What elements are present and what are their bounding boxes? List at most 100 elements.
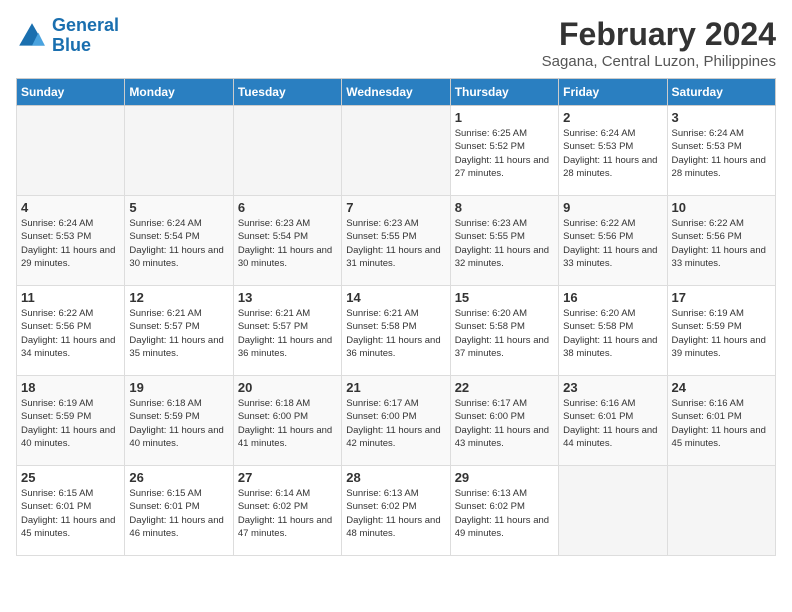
column-header-friday: Friday <box>559 79 667 106</box>
calendar-cell: 27Sunrise: 6:14 AMSunset: 6:02 PMDayligh… <box>233 466 341 556</box>
day-number: 16 <box>563 290 662 305</box>
day-info: Sunrise: 6:21 AMSunset: 5:57 PMDaylight:… <box>129 307 228 360</box>
day-info: Sunrise: 6:23 AMSunset: 5:55 PMDaylight:… <box>455 217 554 270</box>
calendar-cell: 17 Sunrise: 6:19 AMSunset: 5:59 PMDayligh… <box>667 286 775 376</box>
day-info: Sunrise: 6:18 AMSunset: 5:59 PMDaylight:… <box>129 397 228 450</box>
day-info: Sunrise: 6:21 AMSunset: 5:58 PMDaylight:… <box>346 307 445 360</box>
day-number: 8 <box>455 200 554 215</box>
calendar-cell: 12 Sunrise: 6:21 AMSunset: 5:57 PMDayligh… <box>125 286 233 376</box>
day-number: 5 <box>129 200 228 215</box>
calendar-cell: 2 Sunrise: 6:24 AMSunset: 5:53 PMDaylight… <box>559 106 667 196</box>
day-number: 27 <box>238 470 337 485</box>
calendar-body: 1 Sunrise: 6:25 AMSunset: 5:52 PMDaylight… <box>17 106 776 556</box>
calendar-header-row: SundayMondayTuesdayWednesdayThursdayFrid… <box>17 79 776 106</box>
day-number: 24 <box>672 380 771 395</box>
column-header-monday: Monday <box>125 79 233 106</box>
calendar-cell: 10 Sunrise: 6:22 AMSunset: 5:56 PMDayligh… <box>667 196 775 286</box>
title-area: February 2024 Sagana, Central Luzon, Phi… <box>542 16 776 70</box>
day-info: Sunrise: 6:22 AMSunset: 5:56 PMDaylight:… <box>21 307 120 360</box>
calendar-cell: 6 Sunrise: 6:23 AMSunset: 5:54 PMDaylight… <box>233 196 341 286</box>
calendar-cell: 16 Sunrise: 6:20 AMSunset: 5:58 PMDayligh… <box>559 286 667 376</box>
day-info: Sunrise: 6:20 AMSunset: 5:58 PMDaylight:… <box>455 307 554 360</box>
day-number: 2 <box>563 110 662 125</box>
day-info: Sunrise: 6:13 AMSunset: 6:02 PMDaylight:… <box>346 487 445 540</box>
calendar-cell: 28 Sunrise: 6:13 AMSunset: 6:02 PMDayligh… <box>342 466 450 556</box>
logo-line1: General <box>52 15 119 35</box>
calendar-cell: 29 Sunrise: 6:13 AMSunset: 6:02 PMDayligh… <box>450 466 558 556</box>
calendar-cell: 19 Sunrise: 6:18 AMSunset: 5:59 PMDayligh… <box>125 376 233 466</box>
day-info: Sunrise: 6:20 AMSunset: 5:58 PMDaylight:… <box>563 307 662 360</box>
day-number: 20 <box>238 380 337 395</box>
day-info: Sunrise: 6:13 AMSunset: 6:02 PMDaylight:… <box>455 487 554 540</box>
calendar-week-2: 11 Sunrise: 6:22 AMSunset: 5:56 PMDayligh… <box>17 286 776 376</box>
day-info: Sunrise: 6:17 AMSunset: 6:00 PMDaylight:… <box>455 397 554 450</box>
calendar-cell: 26Sunrise: 6:15 AMSunset: 6:01 PMDayligh… <box>125 466 233 556</box>
calendar-week-4: 25 Sunrise: 6:15 AMSunset: 6:01 PMDayligh… <box>17 466 776 556</box>
calendar-cell: 22Sunrise: 6:17 AMSunset: 6:00 PMDayligh… <box>450 376 558 466</box>
header: General Blue February 2024 Sagana, Centr… <box>16 16 776 70</box>
day-number: 1 <box>455 110 554 125</box>
day-number: 10 <box>672 200 771 215</box>
calendar-cell: 18Sunrise: 6:19 AMSunset: 5:59 PMDayligh… <box>17 376 125 466</box>
column-header-tuesday: Tuesday <box>233 79 341 106</box>
calendar-cell: 11 Sunrise: 6:22 AMSunset: 5:56 PMDayligh… <box>17 286 125 376</box>
day-info: Sunrise: 6:16 AMSunset: 6:01 PMDaylight:… <box>672 397 771 450</box>
calendar-cell: 23Sunrise: 6:16 AMSunset: 6:01 PMDayligh… <box>559 376 667 466</box>
day-info: Sunrise: 6:25 AMSunset: 5:52 PMDaylight:… <box>455 127 554 180</box>
day-number: 12 <box>129 290 228 305</box>
day-info: Sunrise: 6:16 AMSunset: 6:01 PMDaylight:… <box>563 397 662 450</box>
calendar-week-0: 1 Sunrise: 6:25 AMSunset: 5:52 PMDaylight… <box>17 106 776 196</box>
day-info: Sunrise: 6:15 AMSunset: 6:01 PMDaylight:… <box>21 487 120 540</box>
day-info: Sunrise: 6:24 AMSunset: 5:54 PMDaylight:… <box>129 217 228 270</box>
column-header-saturday: Saturday <box>667 79 775 106</box>
calendar-cell: 25 Sunrise: 6:15 AMSunset: 6:01 PMDayligh… <box>17 466 125 556</box>
calendar-cell: 20 Sunrise: 6:18 AMSunset: 6:00 PMDayligh… <box>233 376 341 466</box>
column-header-thursday: Thursday <box>450 79 558 106</box>
calendar-week-3: 18Sunrise: 6:19 AMSunset: 5:59 PMDayligh… <box>17 376 776 466</box>
calendar-cell: 4 Sunrise: 6:24 AMSunset: 5:53 PMDaylight… <box>17 196 125 286</box>
day-number: 25 <box>21 470 120 485</box>
day-number: 14 <box>346 290 445 305</box>
column-header-wednesday: Wednesday <box>342 79 450 106</box>
calendar-cell: 13Sunrise: 6:21 AMSunset: 5:57 PMDayligh… <box>233 286 341 376</box>
day-info: Sunrise: 6:19 AMSunset: 5:59 PMDaylight:… <box>672 307 771 360</box>
day-info: Sunrise: 6:23 AMSunset: 5:54 PMDaylight:… <box>238 217 337 270</box>
day-number: 18 <box>21 380 120 395</box>
calendar-cell: 21Sunrise: 6:17 AMSunset: 6:00 PMDayligh… <box>342 376 450 466</box>
day-info: Sunrise: 6:24 AMSunset: 5:53 PMDaylight:… <box>563 127 662 180</box>
day-number: 3 <box>672 110 771 125</box>
day-number: 15 <box>455 290 554 305</box>
calendar-cell: 7 Sunrise: 6:23 AMSunset: 5:55 PMDaylight… <box>342 196 450 286</box>
location: Sagana, Central Luzon, Philippines <box>542 53 776 70</box>
calendar-cell: 3 Sunrise: 6:24 AMSunset: 5:53 PMDaylight… <box>667 106 775 196</box>
calendar-cell: 8 Sunrise: 6:23 AMSunset: 5:55 PMDaylight… <box>450 196 558 286</box>
day-number: 29 <box>455 470 554 485</box>
day-info: Sunrise: 6:22 AMSunset: 5:56 PMDaylight:… <box>672 217 771 270</box>
calendar-cell <box>342 106 450 196</box>
day-info: Sunrise: 6:18 AMSunset: 6:00 PMDaylight:… <box>238 397 337 450</box>
day-number: 6 <box>238 200 337 215</box>
calendar-week-1: 4 Sunrise: 6:24 AMSunset: 5:53 PMDaylight… <box>17 196 776 286</box>
day-number: 26 <box>129 470 228 485</box>
day-number: 11 <box>21 290 120 305</box>
day-number: 21 <box>346 380 445 395</box>
day-info: Sunrise: 6:22 AMSunset: 5:56 PMDaylight:… <box>563 217 662 270</box>
day-info: Sunrise: 6:24 AMSunset: 5:53 PMDaylight:… <box>21 217 120 270</box>
day-info: Sunrise: 6:21 AMSunset: 5:57 PMDaylight:… <box>238 307 337 360</box>
calendar-table: SundayMondayTuesdayWednesdayThursdayFrid… <box>16 78 776 556</box>
day-info: Sunrise: 6:23 AMSunset: 5:55 PMDaylight:… <box>346 217 445 270</box>
logo: General Blue <box>16 16 119 56</box>
calendar-cell <box>233 106 341 196</box>
calendar-cell: 5 Sunrise: 6:24 AMSunset: 5:54 PMDaylight… <box>125 196 233 286</box>
day-number: 19 <box>129 380 228 395</box>
day-info: Sunrise: 6:24 AMSunset: 5:53 PMDaylight:… <box>672 127 771 180</box>
logo-line2: Blue <box>52 35 91 55</box>
day-number: 4 <box>21 200 120 215</box>
day-number: 7 <box>346 200 445 215</box>
logo-text: General Blue <box>52 16 119 56</box>
column-header-sunday: Sunday <box>17 79 125 106</box>
calendar-cell: 24 Sunrise: 6:16 AMSunset: 6:01 PMDayligh… <box>667 376 775 466</box>
calendar-cell: 1 Sunrise: 6:25 AMSunset: 5:52 PMDaylight… <box>450 106 558 196</box>
day-number: 17 <box>672 290 771 305</box>
day-number: 28 <box>346 470 445 485</box>
